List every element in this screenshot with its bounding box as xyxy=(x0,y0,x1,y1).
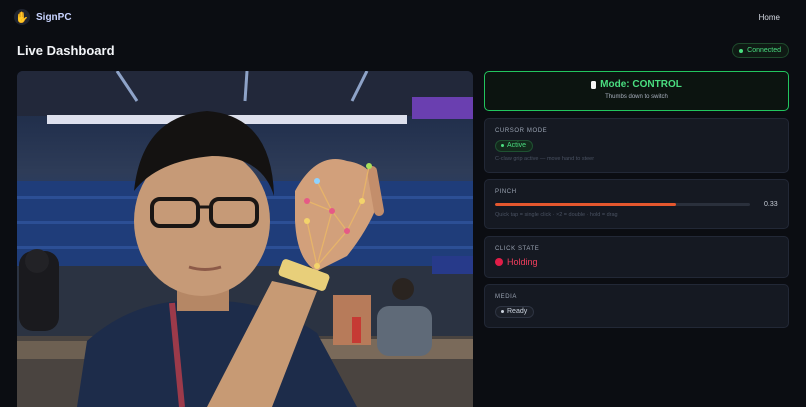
active-dot-icon xyxy=(501,144,504,147)
cursor-mode-card: CURSOR MODE Active C-claw grip active — … xyxy=(484,118,789,173)
pinch-meter-track xyxy=(495,203,750,206)
top-bar: ✋ SignPC Home xyxy=(0,0,806,34)
pinch-hint: Quick tap = single click · ×2 = double ·… xyxy=(495,212,618,218)
mode-title: Mode: CONTROL xyxy=(600,79,682,90)
click-state-value: Holding xyxy=(507,257,538,267)
status-dot-icon xyxy=(739,48,744,53)
media-ready-badge: Ready xyxy=(495,305,535,318)
nav-home-link[interactable]: Home xyxy=(759,13,780,22)
ready-dot-icon xyxy=(501,310,504,313)
waving-hand-icon: ✋ xyxy=(14,9,30,25)
pinch-meter-fill xyxy=(495,203,677,206)
cursor-mode-hint: C-claw grip active — move hand to steer xyxy=(495,156,595,162)
mode-title-row: Mode: CONTROL xyxy=(485,79,788,90)
media-ready-text: Ready xyxy=(507,308,528,315)
pinch-card: PINCH 0.33 Quick tap = single click · ×2… xyxy=(484,179,789,229)
cursor-mode-label: CURSOR MODE xyxy=(495,128,548,134)
live-video-feed xyxy=(17,71,473,407)
brand-name: SignPC xyxy=(36,11,72,23)
click-state-label: CLICK STATE xyxy=(495,246,540,252)
mode-card: Mode: CONTROL Thumbs down to switch xyxy=(484,71,789,111)
page-title: Live Dashboard xyxy=(17,43,115,58)
media-card: MEDIA Ready xyxy=(484,284,789,328)
click-state-row: Holding xyxy=(495,257,778,267)
red-circle-icon xyxy=(495,258,503,266)
connection-status-badge: Connected xyxy=(732,43,789,58)
pinch-label: PINCH xyxy=(495,189,517,195)
cursor-active-badge: Active xyxy=(495,139,534,152)
connection-status-text: Connected xyxy=(747,47,781,54)
cursor-active-text: Active xyxy=(507,142,527,149)
pinch-meter-row: 0.33 xyxy=(495,201,778,208)
mode-switch-hint: Thumbs down to switch xyxy=(605,94,668,100)
click-state-card: CLICK STATE Holding xyxy=(484,236,789,278)
brand[interactable]: ✋ SignPC xyxy=(14,9,72,25)
camera-frame xyxy=(17,71,473,407)
pinch-value: 0.33 xyxy=(764,201,778,208)
white-rectangle-icon xyxy=(591,80,597,89)
media-label: MEDIA xyxy=(495,294,518,300)
